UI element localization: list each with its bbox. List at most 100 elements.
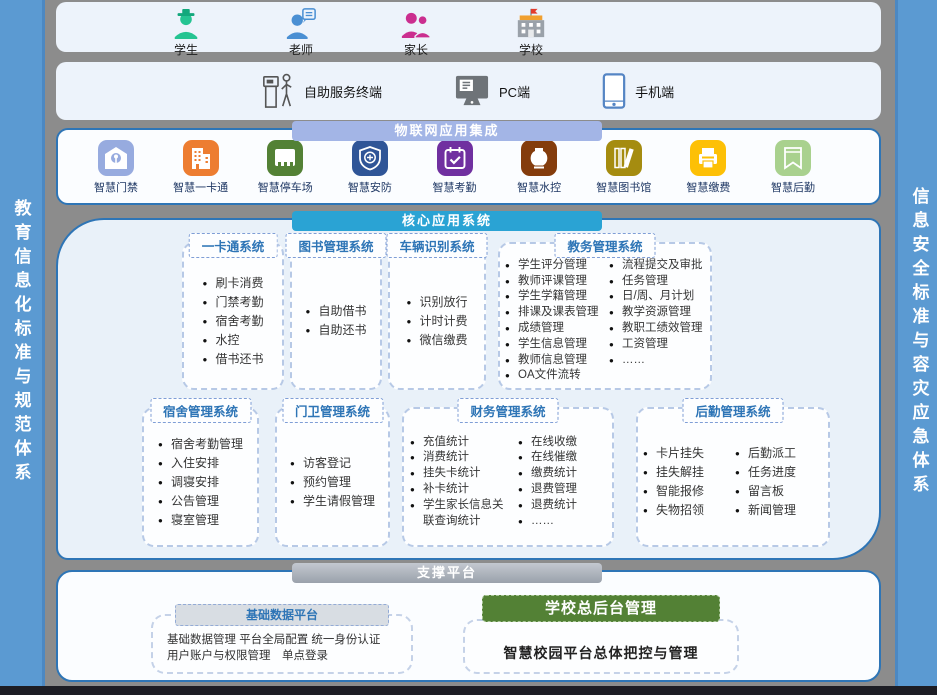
list-item: 补卡统计	[410, 482, 514, 498]
list-item: 挂失卡统计	[410, 466, 514, 482]
list-item: 入住安排	[158, 454, 243, 473]
iot-item-payment: 智慧缴费	[674, 140, 742, 195]
iot-label: 智慧图书馆	[596, 179, 651, 195]
system-item-list: 学生评分管理教师评课管理学生学籍管理排课及课表管理成绩管理学生信息管理教师信息管…	[505, 258, 605, 384]
system-box-dorm: 宿舍管理系统 宿舍考勤管理入住安排调寝安排公告管理寝室管理	[142, 407, 259, 547]
list-item: 预约管理	[290, 473, 375, 492]
list-item: 退费管理	[518, 482, 606, 498]
list-item: 新闻管理	[735, 501, 823, 520]
parking-icon	[267, 140, 303, 176]
users-panel: 学生 老师 家长	[56, 2, 881, 52]
user-label: 学校	[519, 41, 543, 58]
iot-label: 智慧一卡通	[173, 179, 228, 195]
list-item: 充值统计	[410, 435, 514, 451]
list-item: 任务进度	[735, 463, 823, 482]
iot-label: 智慧后勤	[771, 179, 815, 195]
bottom-strip	[0, 686, 937, 695]
list-item: 退费统计	[518, 498, 606, 514]
core-section-title: 核心应用系统	[292, 211, 602, 231]
user-item-school: 学校	[501, 7, 561, 58]
iot-label: 智慧门禁	[94, 179, 138, 195]
list-item: 消费统计	[410, 450, 514, 466]
user-label: 学生	[174, 41, 198, 58]
right-sidebar-label: 信息安全标准与容灾应急体系	[907, 187, 932, 499]
right-security-sidebar: 信息安全标准与容灾应急体系	[895, 0, 937, 686]
list-item: 微信缴费	[406, 331, 467, 350]
teacher-icon	[285, 7, 317, 39]
system-box-onecard: 一卡通系统 刷卡消费门禁考勤宿舍考勤水控借书还书	[182, 242, 284, 390]
list-item: ……	[518, 514, 606, 530]
system-item-list: 自助借书自助还书	[305, 302, 366, 340]
list-item: 流程提交及审批	[609, 258, 705, 274]
system-item-list: 充值统计消费统计挂失卡统计补卡统计学生家长信息关联查询统计	[410, 435, 514, 530]
iot-item-library: 智慧图书馆	[590, 140, 658, 195]
system-item-list: 卡片挂失挂失解挂智能报修失物招领	[643, 444, 731, 520]
list-item: 挂失解挂	[643, 463, 731, 482]
left-standards-sidebar: 教育信息化标准与规范体系	[0, 0, 45, 686]
iot-item-security: 智慧安防	[336, 140, 404, 195]
smart-campus-architecture-diagram: 教育信息化标准与规范体系 信息安全标准与容灾应急体系 学生 老师	[0, 0, 937, 695]
school-admin-title: 学校总后台管理	[482, 595, 720, 622]
base-platform-line2: 用户账户与权限管理 单点登录	[167, 648, 401, 664]
list-item: 公告管理	[158, 492, 243, 511]
list-item: 水控	[202, 331, 263, 350]
support-platform-panel: 支撑平台 基础数据平台 基础数据管理 平台全局配置 统一身份认证 用户账户与权限…	[56, 570, 881, 682]
list-item: 自助还书	[305, 321, 366, 340]
list-item: 后勤派工	[735, 444, 823, 463]
system-box-library: 图书管理系统 自助借书自助还书	[290, 242, 382, 390]
system-item-list: 刷卡消费门禁考勤宿舍考勤水控借书还书	[202, 274, 263, 369]
iot-item-door-access: 智慧门禁	[82, 140, 150, 195]
terminal-label: 自助服务终端	[304, 82, 382, 101]
system-item-list: 流程提交及审批任务管理日/周、月计划教学资源管理教职工绩效管理工资管理……	[609, 258, 705, 384]
list-item: 缴费统计	[518, 466, 606, 482]
system-box-vehicle: 车辆识别系统 识别放行计时计费微信缴费	[388, 242, 486, 390]
support-section-title: 支撑平台	[292, 563, 602, 583]
system-box-title: 车辆识别系统	[386, 233, 487, 258]
system-box-gate: 门卫管理系统 访客登记预约管理学生请假管理	[275, 407, 390, 547]
list-item: 学生评分管理	[505, 258, 605, 274]
base-data-platform-title: 基础数据平台	[175, 604, 389, 626]
list-item: 留言板	[735, 482, 823, 501]
list-item: 识别放行	[406, 293, 467, 312]
system-box-title: 后勤管理系统	[682, 398, 783, 423]
list-item: 刷卡消费	[202, 274, 263, 293]
security-icon	[352, 140, 388, 176]
iot-label: 智慧水控	[517, 179, 561, 195]
system-box-title: 一卡通系统	[189, 233, 278, 258]
terminals-panel: 自助服务终端 PC端 手机端	[56, 62, 881, 120]
user-item-teacher: 老师	[271, 7, 331, 58]
list-item: 宿舍考勤管理	[158, 435, 243, 454]
list-item: 排课及课表管理	[505, 305, 605, 321]
terminal-item-mobile: 手机端	[602, 72, 674, 110]
list-item: 学生学籍管理	[505, 289, 605, 305]
user-label: 老师	[289, 41, 313, 58]
list-item: 学生家长信息关联查询统计	[410, 498, 514, 530]
iot-label: 智慧安防	[348, 179, 392, 195]
system-box-title: 财务管理系统	[457, 398, 558, 423]
library-icon	[606, 140, 642, 176]
list-item: 寝室管理	[158, 511, 243, 530]
iot-section-title: 物联网应用集成	[292, 121, 602, 141]
system-box-logistics: 后勤管理系统 卡片挂失挂失解挂智能报修失物招领 后勤派工任务进度留言板新闻管理	[636, 407, 830, 547]
list-item: 任务管理	[609, 274, 705, 290]
iot-item-attendance: 智慧考勤	[421, 140, 489, 195]
system-box-finance: 财务管理系统 充值统计消费统计挂失卡统计补卡统计学生家长信息关联查询统计 在线收…	[402, 407, 614, 547]
system-box-title: 图书管理系统	[285, 233, 386, 258]
parents-icon	[400, 7, 432, 39]
core-systems-panel: 核心应用系统 一卡通系统 刷卡消费门禁考勤宿舍考勤水控借书还书 图书管理系统 自…	[56, 218, 881, 560]
iot-item-parking: 智慧停车场	[251, 140, 319, 195]
left-sidebar-label: 教育信息化标准与规范体系	[9, 199, 34, 487]
iot-item-onecard: 智慧一卡通	[167, 140, 235, 195]
list-item: 在线收缴	[518, 435, 606, 451]
list-item: 调寝安排	[158, 473, 243, 492]
system-box-title: 教务管理系统	[554, 233, 655, 258]
list-item: 借书还书	[202, 350, 263, 369]
list-item: 门禁考勤	[202, 293, 263, 312]
water-icon	[521, 140, 557, 176]
user-label: 家长	[404, 41, 428, 58]
payment-icon	[690, 140, 726, 176]
list-item: 教师信息管理	[505, 353, 605, 369]
system-box-academic: 教务管理系统 学生评分管理教师评课管理学生学籍管理排课及课表管理成绩管理学生信息…	[498, 242, 712, 390]
list-item: 访客登记	[290, 454, 375, 473]
iot-item-logistics: 智慧后勤	[759, 140, 827, 195]
